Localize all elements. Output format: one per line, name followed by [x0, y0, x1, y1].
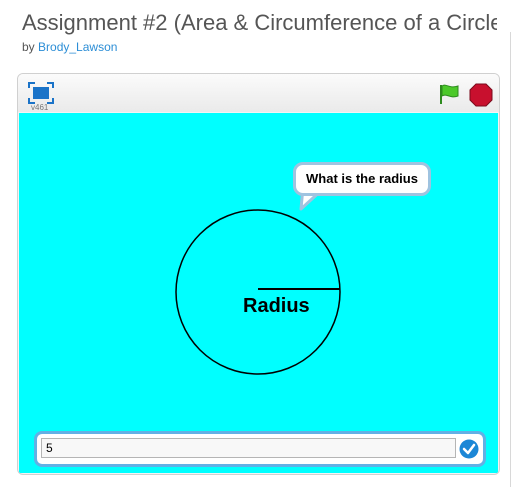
speech-bubble: What is the radius	[293, 162, 431, 196]
answer-input[interactable]	[41, 438, 456, 458]
green-flag-icon[interactable]	[438, 83, 460, 105]
radius-label: Radius	[243, 295, 310, 317]
page-divider	[510, 32, 511, 487]
player-toolbar: v461	[18, 74, 499, 112]
project-title: Assignment #2 (Area & Circumference of a…	[22, 10, 497, 35]
circle-shape	[175, 209, 341, 375]
stage[interactable]: Radius What is the radius	[19, 113, 498, 473]
scratch-player: v461 Radius What is the radius	[17, 73, 500, 475]
by-prefix: by	[22, 40, 35, 54]
checkmark-icon[interactable]	[459, 439, 479, 459]
version-label: v461	[31, 103, 49, 112]
byline: by Brody_Lawson	[22, 40, 117, 54]
author-link[interactable]: Brody_Lawson	[38, 40, 117, 54]
fullscreen-icon[interactable]	[28, 82, 54, 104]
stop-sign-icon[interactable]	[469, 83, 493, 107]
ask-prompt-box	[34, 431, 486, 467]
